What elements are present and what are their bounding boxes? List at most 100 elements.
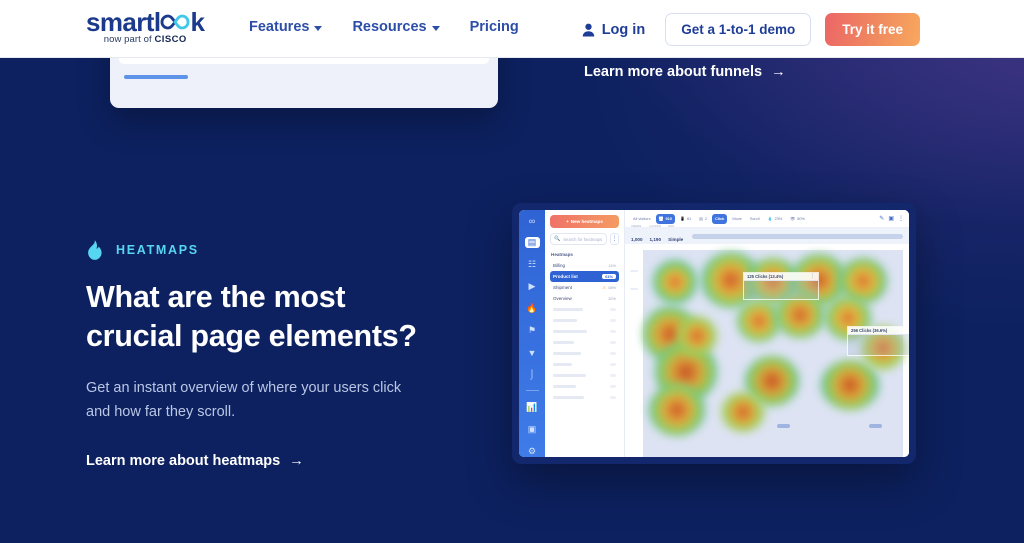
list-item <box>550 315 619 326</box>
edit-icon[interactable]: ✎ <box>879 215 884 222</box>
search-input[interactable]: 🔍 Search for heatmaps <box>550 233 607 245</box>
mode-click[interactable]: Click <box>712 213 728 224</box>
filter-desktop[interactable]: 🖥 910 <box>655 213 675 224</box>
list-item <box>550 359 619 370</box>
nav-label: Resources <box>352 19 427 35</box>
chart-split-icon[interactable]: ⌡ <box>525 369 540 379</box>
main-navigation: Features Resources Pricing <box>249 19 519 35</box>
logo-wordmark: smartl k <box>86 8 205 36</box>
filter-tablet[interactable]: ▤ 2 <box>696 213 711 224</box>
list-options-kebab-icon[interactable]: ⋮ <box>610 233 619 245</box>
desktop-icon: 🖥 <box>658 216 664 221</box>
new-heatmaps-label: New heatmaps <box>570 219 603 224</box>
heatmaps-section-title: Heatmaps <box>551 252 573 257</box>
demo-button[interactable]: Get a 1-to-1 demo <box>665 13 812 46</box>
user-icon <box>582 23 594 36</box>
page-title: What are the most crucial page elements? <box>86 280 417 353</box>
app-rail: ∞ ▤ ☷ ▶ 🔥 ⚑ ▼ ⌡ 📊 ▣ ⚙ <box>519 210 545 457</box>
tooltip-label: 125 Clicks (13.4%) <box>747 273 784 279</box>
heatmap-canvas[interactable]: 125 Clicks (13.4%) ⋮ 256 Clicks (36.6%) … <box>625 244 909 457</box>
search-icon: 🔍 <box>554 236 561 242</box>
recordings-icon[interactable]: ▤ <box>524 237 540 249</box>
play-icon[interactable]: ▶ <box>525 281 540 292</box>
flame-icon <box>88 240 102 260</box>
login-link[interactable]: Log in <box>582 22 645 38</box>
list-item[interactable]: Product list 61% <box>550 271 619 282</box>
try-free-button[interactable]: Try it free <box>825 13 920 46</box>
list-item <box>550 304 619 315</box>
canvas-left-gutter <box>625 244 643 457</box>
list-item[interactable]: Overview 32% <box>550 293 619 304</box>
flame-icon[interactable]: 🔥 <box>525 303 540 314</box>
heatmaps-link-label: Learn more about heatmaps <box>86 453 281 470</box>
opacity-control[interactable]: 💧 23% <box>764 213 786 224</box>
list-item <box>550 381 619 392</box>
mode-scroll[interactable]: Scroll <box>746 213 763 224</box>
heat-blob <box>653 260 697 304</box>
learn-more-funnels-link[interactable]: Learn more about funnels → <box>584 64 786 80</box>
divider <box>525 390 539 392</box>
list-item <box>550 392 619 403</box>
list-item <box>550 348 619 359</box>
tablet-icon: ▤ <box>699 216 703 221</box>
infinity-icon <box>160 14 190 30</box>
list-item-value: 08% <box>608 285 616 290</box>
tooltip-header: 125 Clicks (13.4%) ⋮ <box>744 273 818 281</box>
heatmap-stats-bar: VIEWS 1,000 CLICKS 1,190 URL Simple <box>625 224 909 244</box>
screen-icon[interactable]: ▣ <box>888 215 894 222</box>
click-tooltip: 256 Clicks (36.6%) ⋮ <box>847 326 909 356</box>
list-item-label: Billing <box>553 263 566 268</box>
tooltip-header: 256 Clicks (36.6%) ⋮ <box>848 327 909 335</box>
heat-blob <box>677 316 717 356</box>
cisco-brand: CISCO <box>154 34 187 45</box>
list-item <box>550 337 619 348</box>
infinity-icon[interactable]: ∞ <box>525 216 540 226</box>
nav-item-features[interactable]: Features <box>249 19 323 35</box>
nav-item-pricing[interactable]: Pricing <box>470 19 519 35</box>
heat-blob <box>649 384 705 436</box>
kebab-icon[interactable]: ⋮ <box>898 215 904 222</box>
logo-tagline: now part of CISCO <box>103 34 187 45</box>
list-item-value: 61% <box>602 274 616 279</box>
url-placeholder-bar <box>692 233 903 239</box>
heatmaps-list-panel: + New heatmaps 🔍 Search for heatmaps ⋮ H… <box>545 210 625 457</box>
nav-item-resources[interactable]: Resources <box>352 19 440 35</box>
tooltip-body <box>744 280 818 299</box>
tooltip-body <box>848 334 909 355</box>
heatmaps-text-block: HEATMAPS What are the most crucial page … <box>86 240 506 470</box>
bar-chart-icon[interactable]: 📊 <box>525 402 540 413</box>
toolbar-right-actions: ✎ ▣ ⋮ <box>879 215 904 222</box>
list-item-value: 11% <box>608 263 617 268</box>
grid-icon[interactable]: ☷ <box>525 259 540 270</box>
mode-move[interactable]: Move <box>729 213 745 224</box>
list-item-label: Overview <box>553 296 572 301</box>
list-item[interactable]: Billing 11% <box>550 260 619 271</box>
filter-mobile[interactable]: 📱 81 <box>676 213 695 224</box>
learn-more-heatmaps-link[interactable]: Learn more about heatmaps → <box>86 453 304 469</box>
section-subcopy: Get an instant overview of where your us… <box>86 380 402 420</box>
filter-all-visitors[interactable]: All visitors <box>630 213 654 224</box>
list-item <box>550 370 619 381</box>
flag-icon[interactable]: ⚑ <box>525 325 540 336</box>
heat-blob <box>821 360 879 410</box>
list-item-label: Product list <box>553 274 578 279</box>
list-item <box>550 326 619 337</box>
new-heatmaps-button[interactable]: + New heatmaps <box>550 215 619 228</box>
horizontal-scrollbar[interactable] <box>124 75 188 79</box>
visibility-control[interactable]: 👁 80% <box>787 213 808 224</box>
funnel-icon[interactable]: ▼ <box>525 347 540 358</box>
heatmap-dashboard-screenshot: ∞ ▤ ☷ ▶ 🔥 ⚑ ▼ ⌡ 📊 ▣ ⚙ + New heatmaps 🔍 S… <box>512 203 916 464</box>
page-root: 👤 ID: 3 f08dn8_k0hk0-yQ06sd ▶ 📅 Oct 17, … <box>0 0 1024 543</box>
warning-icon: ⚠ <box>602 284 607 290</box>
page-button-stub <box>777 424 790 428</box>
funnels-link-label: Learn more about funnels <box>584 64 763 80</box>
settings-icon[interactable]: ⚙ <box>525 446 540 457</box>
site-header: smartl k now part of CISCO Features Reso… <box>0 0 1024 58</box>
chevron-down-icon <box>314 25 323 31</box>
image-icon[interactable]: ▣ <box>525 424 540 435</box>
eye-icon: 👁 <box>790 216 796 221</box>
logo[interactable]: smartl k now part of CISCO <box>86 8 205 45</box>
nav-label: Features <box>249 19 310 35</box>
eyebrow-row: HEATMAPS <box>86 240 506 260</box>
list-item[interactable]: Shipment ⚠ 08% <box>550 282 619 293</box>
